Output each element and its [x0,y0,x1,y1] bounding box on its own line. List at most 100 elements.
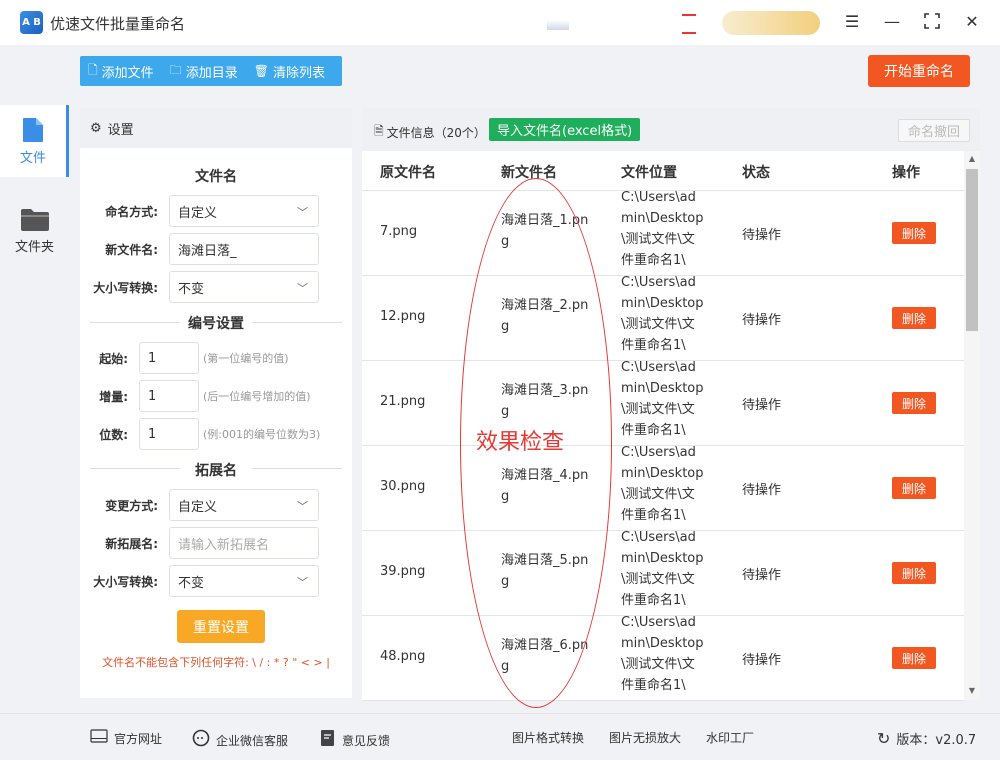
nav-label: 文件 [19,150,46,166]
invalid-chars-warning: 文件名不能包含下列任何字符: \ / : * ? " < > | [102,656,330,669]
flag-icon[interactable] [682,14,696,34]
add-file-button[interactable]: 🗋 添加文件 [80,56,162,86]
column-header-new[interactable]: 新文件名 [501,162,557,182]
delete-button[interactable]: 删除 [892,307,936,329]
start-hint: (第一位编号的值) [203,352,289,365]
status: 待操作 [742,568,782,583]
column-header-location[interactable]: 文件位置 [621,162,677,182]
numbering-section-title: 编号设置 [188,316,244,332]
start-input[interactable]: 1 [139,342,199,374]
filename-section-title: 文件名 [195,169,237,185]
step-input[interactable]: 1 [139,380,199,412]
ext-case-select[interactable]: 不变 ﹀ [169,565,319,597]
chevron-down-icon: ﹀ [297,282,308,295]
new-name-label: 新文件名: [105,243,158,257]
delete-button[interactable]: 删除 [892,647,936,669]
settings-panel: ⚙ 设置 文件名 命名方式: 自定义 ﹀ 新文件名: 海滩日落_ 大小写转换: 不… [80,108,352,698]
clear-list-button[interactable]: 🗑 清除列表 [246,56,333,86]
trash-icon: 🗑 [253,64,269,78]
undo-rename-button[interactable]: 命名撤回 [898,119,970,142]
table-row[interactable]: 39.png 海滩日落_5.png C:\Users\admin\Desktop… [362,530,964,616]
website-icon [90,729,108,747]
file-location: C:\Users\admin\Desktop\测试文件\文件重命名1\ [621,445,704,523]
settings-header: ⚙ 设置 [80,108,352,148]
original-name: 30.png [380,479,426,494]
case-select[interactable]: 不变 ﹀ [169,271,319,303]
nav-item-folder[interactable]: 文件夹 [0,195,69,267]
version-info[interactable]: ↻ 版本：v2.0.7 [877,729,976,748]
new-name-input[interactable]: 海滩日落_ [169,233,319,265]
column-header-original[interactable]: 原文件名 [380,162,436,182]
file-info: 🗎 文件信息（20个） [374,122,486,143]
column-header-status[interactable]: 状态 [742,162,770,182]
new-ext-input[interactable]: 请输入新拓展名 [169,527,319,559]
file-location: C:\Users\admin\Desktop\测试文件\文件重命名1\ [621,615,704,693]
file-icon [23,117,43,142]
feedback-link[interactable]: 意见反馈 [320,729,390,751]
chevron-down-icon: ﹀ [297,576,308,589]
scroll-up-icon[interactable]: ▲ [966,154,978,166]
file-list-panel: 🗎 文件信息（20个） 导入文件名(excel格式) 命名撤回 原文件名 新文件… [362,108,980,701]
start-label: 起始: [99,352,128,366]
website-link[interactable]: 官方网址 [90,729,162,747]
original-name: 48.png [380,649,426,664]
maximize-icon[interactable] [921,10,943,32]
extension-section-title: 拓展名 [195,463,237,479]
wechat-support-link[interactable]: 企业微信客服 [192,729,288,751]
file-location: C:\Users\admin\Desktop\测试文件\文件重命名1\ [621,530,704,608]
delete-button[interactable]: 删除 [892,562,936,584]
ext-mode-label: 变更方式: [105,499,158,513]
document-icon: 🗎 [374,124,384,138]
delete-button[interactable]: 删除 [892,477,936,499]
table-row[interactable]: 21.png 海滩日落_3.png C:\Users\admin\Desktop… [362,360,964,446]
chevron-down-icon: ﹀ [297,206,308,219]
table-row[interactable]: 12.png 海滩日落_2.png C:\Users\admin\Desktop… [362,275,964,361]
menu-icon[interactable]: ☰ [841,10,863,32]
add-directory-button[interactable]: 🗀 添加目录 [162,56,246,86]
scroll-down-icon[interactable]: ▼ [966,686,978,698]
close-icon[interactable]: ✕ [961,10,983,32]
table-row[interactable]: 48.png 海滩日落_6.png C:\Users\admin\Desktop… [362,615,964,701]
case-label: 大小写转换: [93,281,158,295]
new-name: 海滩日落_2.png [501,298,589,334]
ext-mode-select[interactable]: 自定义 ﹀ [169,489,319,521]
start-rename-button[interactable]: 开始重命名 [868,55,970,87]
ext-case-label: 大小写转换: [93,575,158,589]
minimize-icon[interactable]: — [881,10,903,32]
step-hint: (后一位编号增加的值) [203,390,311,403]
step-label: 增量: [99,390,128,404]
image-enlarge-link[interactable]: 图片无损放大 [609,729,681,746]
annotation-label: 效果检查 [476,430,565,455]
reset-settings-button[interactable]: 重置设置 [177,610,265,643]
digits-input[interactable]: 1 [139,418,199,450]
watermark-link[interactable]: 水印工厂 [706,729,754,746]
image-convert-link[interactable]: 图片格式转换 [512,729,584,746]
refresh-icon: ↻ [877,729,891,748]
file-icon: 🗋 [88,62,98,77]
delete-button[interactable]: 删除 [892,392,936,414]
delete-button[interactable]: 删除 [892,222,936,244]
import-excel-button[interactable]: 导入文件名(excel格式) [489,118,641,141]
toolbar: 🗋 添加文件 🗀 添加目录 🗑 清除列表 [80,56,342,86]
nav-item-file[interactable]: 文件 [0,105,69,177]
scrollbar-thumb[interactable] [966,169,978,331]
table-row[interactable]: 7.png 海滩日落_1.png C:\Users\admin\Desktop\… [362,190,964,276]
naming-mode-select[interactable]: 自定义 ﹀ [169,195,319,227]
left-nav: 文件 文件夹 [0,45,69,713]
status: 待操作 [742,398,782,413]
status: 待操作 [742,653,782,668]
digits-label: 位数: [99,428,128,442]
new-name: 海滩日落_1.png [501,213,589,249]
table-row[interactable]: 30.png 海滩日落_4.png C:\Users\admin\Desktop… [362,445,964,531]
folder-icon [20,208,49,231]
file-location: C:\Users\admin\Desktop\测试文件\文件重命名1\ [621,360,704,438]
status: 待操作 [742,313,782,328]
cloud-icon[interactable] [547,20,569,30]
user-badge[interactable] [722,11,820,35]
file-location: C:\Users\admin\Desktop\测试文件\文件重命名1\ [621,190,704,268]
new-name: 海滩日落_4.png [501,468,589,504]
original-name: 21.png [380,394,426,409]
app-title: 优速文件批量重命名 [50,15,186,33]
folder-icon: 🗀 [169,62,182,77]
original-name: 7.png [380,224,418,239]
